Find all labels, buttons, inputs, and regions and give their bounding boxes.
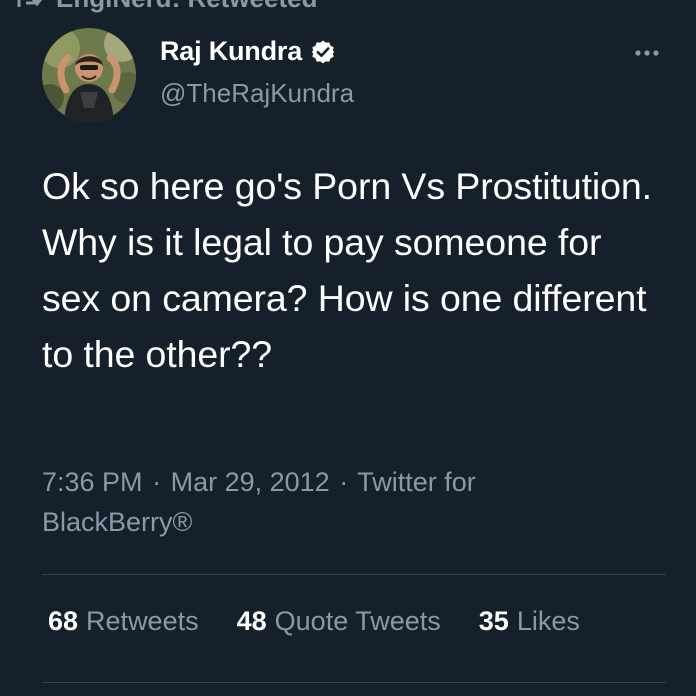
retweet-icon <box>14 0 42 9</box>
retweet-context-label: EngiNerd: Retweeted <box>56 0 318 14</box>
divider <box>42 682 666 683</box>
verified-badge-icon <box>310 39 336 65</box>
quote-tweets-stat[interactable]: 48 Quote Tweets <box>237 606 441 637</box>
tweet-time[interactable]: 7:36 PM <box>42 467 143 497</box>
author-name[interactable]: Raj Kundra <box>160 36 302 67</box>
likes-label: Likes <box>516 606 580 636</box>
more-options-button[interactable] <box>632 38 662 68</box>
retweets-stat[interactable]: 68 Retweets <box>48 606 199 637</box>
author-name-row[interactable]: Raj Kundra <box>160 36 336 67</box>
avatar[interactable] <box>42 28 136 122</box>
likes-count: 35 <box>478 606 509 636</box>
quote-tweets-label: Quote Tweets <box>274 606 441 636</box>
author-handle[interactable]: @TheRajKundra <box>160 78 354 109</box>
meta-separator: · <box>339 467 349 497</box>
likes-stat[interactable]: 35 Likes <box>479 606 580 637</box>
retweets-label: Retweets <box>86 606 199 636</box>
tweet-metadata: 7:36 PM · Mar 29, 2012 · Twitter for Bla… <box>42 462 562 542</box>
divider <box>42 574 666 575</box>
meta-separator: · <box>152 467 162 497</box>
engagement-stats: 68 Retweets 48 Quote Tweets 35 Likes <box>48 606 580 637</box>
quote-tweets-count: 48 <box>236 606 267 636</box>
retweets-count: 68 <box>48 606 79 636</box>
tweet-date[interactable]: Mar 29, 2012 <box>171 467 330 497</box>
more-options-icon <box>634 44 660 62</box>
tweet-text: Ok so here go's Porn Vs Prostitution. Wh… <box>42 165 652 375</box>
retweet-context[interactable]: EngiNerd: Retweeted <box>14 0 318 13</box>
